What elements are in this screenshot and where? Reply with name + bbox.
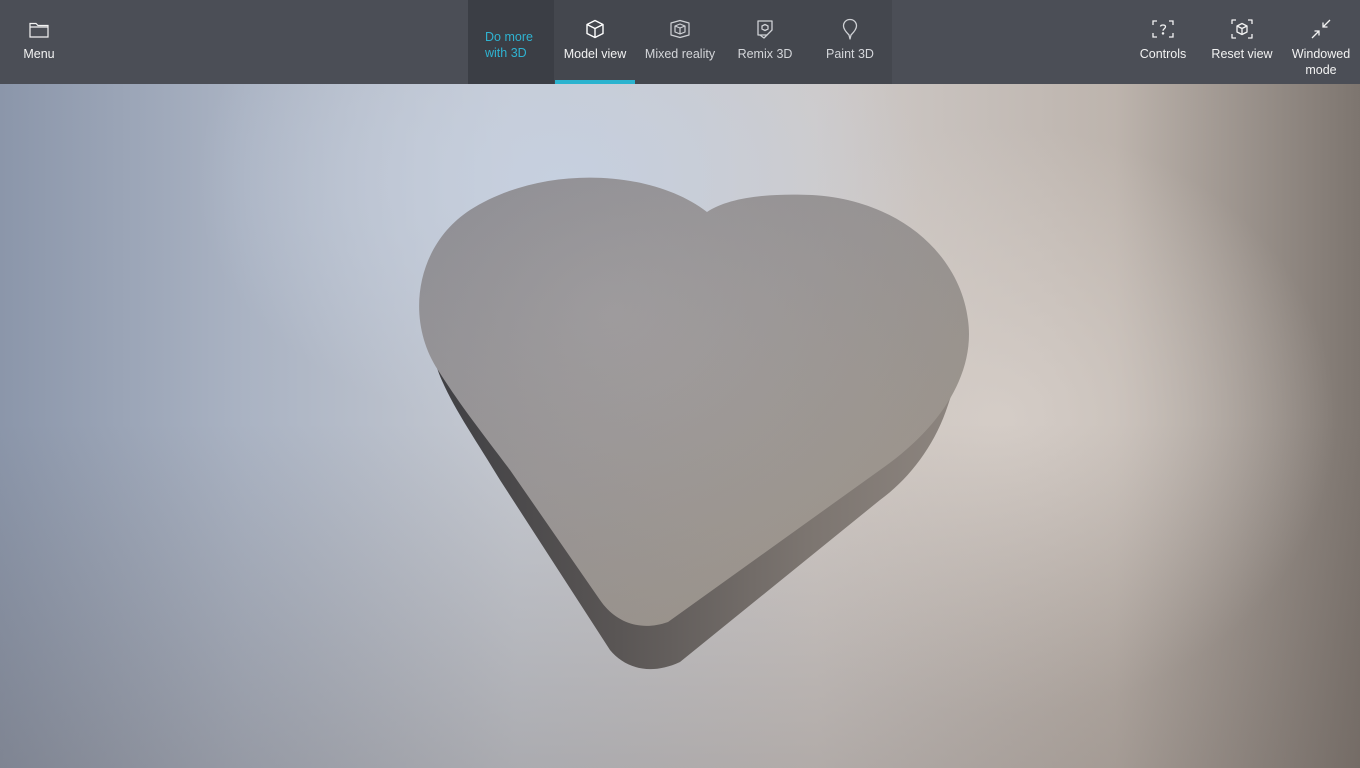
top-toolbar: Menu Do more with 3D Model view Mixed re [0, 0, 1360, 84]
menu-label: Menu [23, 47, 55, 61]
reset-view-label: Reset view [1211, 47, 1273, 61]
folder-icon [29, 18, 49, 40]
reset-view-button[interactable]: Reset view [1207, 0, 1277, 84]
controls-label: Controls [1139, 47, 1187, 61]
reset-view-icon [1231, 18, 1253, 40]
tab-remix-3d-label: Remix 3D [737, 47, 793, 61]
tab-paint-3d-label: Paint 3D [826, 47, 874, 61]
tab-model-view[interactable]: Model view [555, 0, 635, 84]
tab-remix-3d[interactable]: Remix 3D [725, 0, 805, 84]
collapse-arrows-icon [1310, 18, 1332, 40]
cube-icon [585, 18, 605, 40]
tab-model-view-label: Model view [563, 47, 627, 61]
paint-3d-icon [842, 18, 858, 40]
tab-mixed-reality[interactable]: Mixed reality [640, 0, 720, 84]
menu-button[interactable]: Menu [14, 0, 64, 84]
controls-button[interactable]: Controls [1133, 0, 1193, 84]
do-more-label-line2: with 3D [485, 46, 527, 60]
heart-model[interactable] [0, 0, 1360, 768]
do-more-with-3d-button[interactable]: Do more with 3D [468, 0, 554, 84]
do-more-label-line1: Do more [485, 30, 533, 44]
windowed-mode-button[interactable]: Windowed mode [1286, 0, 1356, 84]
windowed-mode-label-line2: mode [1305, 63, 1337, 77]
help-controls-icon [1152, 18, 1174, 40]
windowed-mode-label-line1: Windowed [1291, 47, 1351, 61]
tab-paint-3d[interactable]: Paint 3D [810, 0, 890, 84]
mixed-reality-icon [669, 18, 691, 40]
active-tab-indicator [555, 80, 635, 84]
remix-3d-icon [755, 18, 775, 40]
tab-mixed-reality-label: Mixed reality [644, 47, 716, 61]
